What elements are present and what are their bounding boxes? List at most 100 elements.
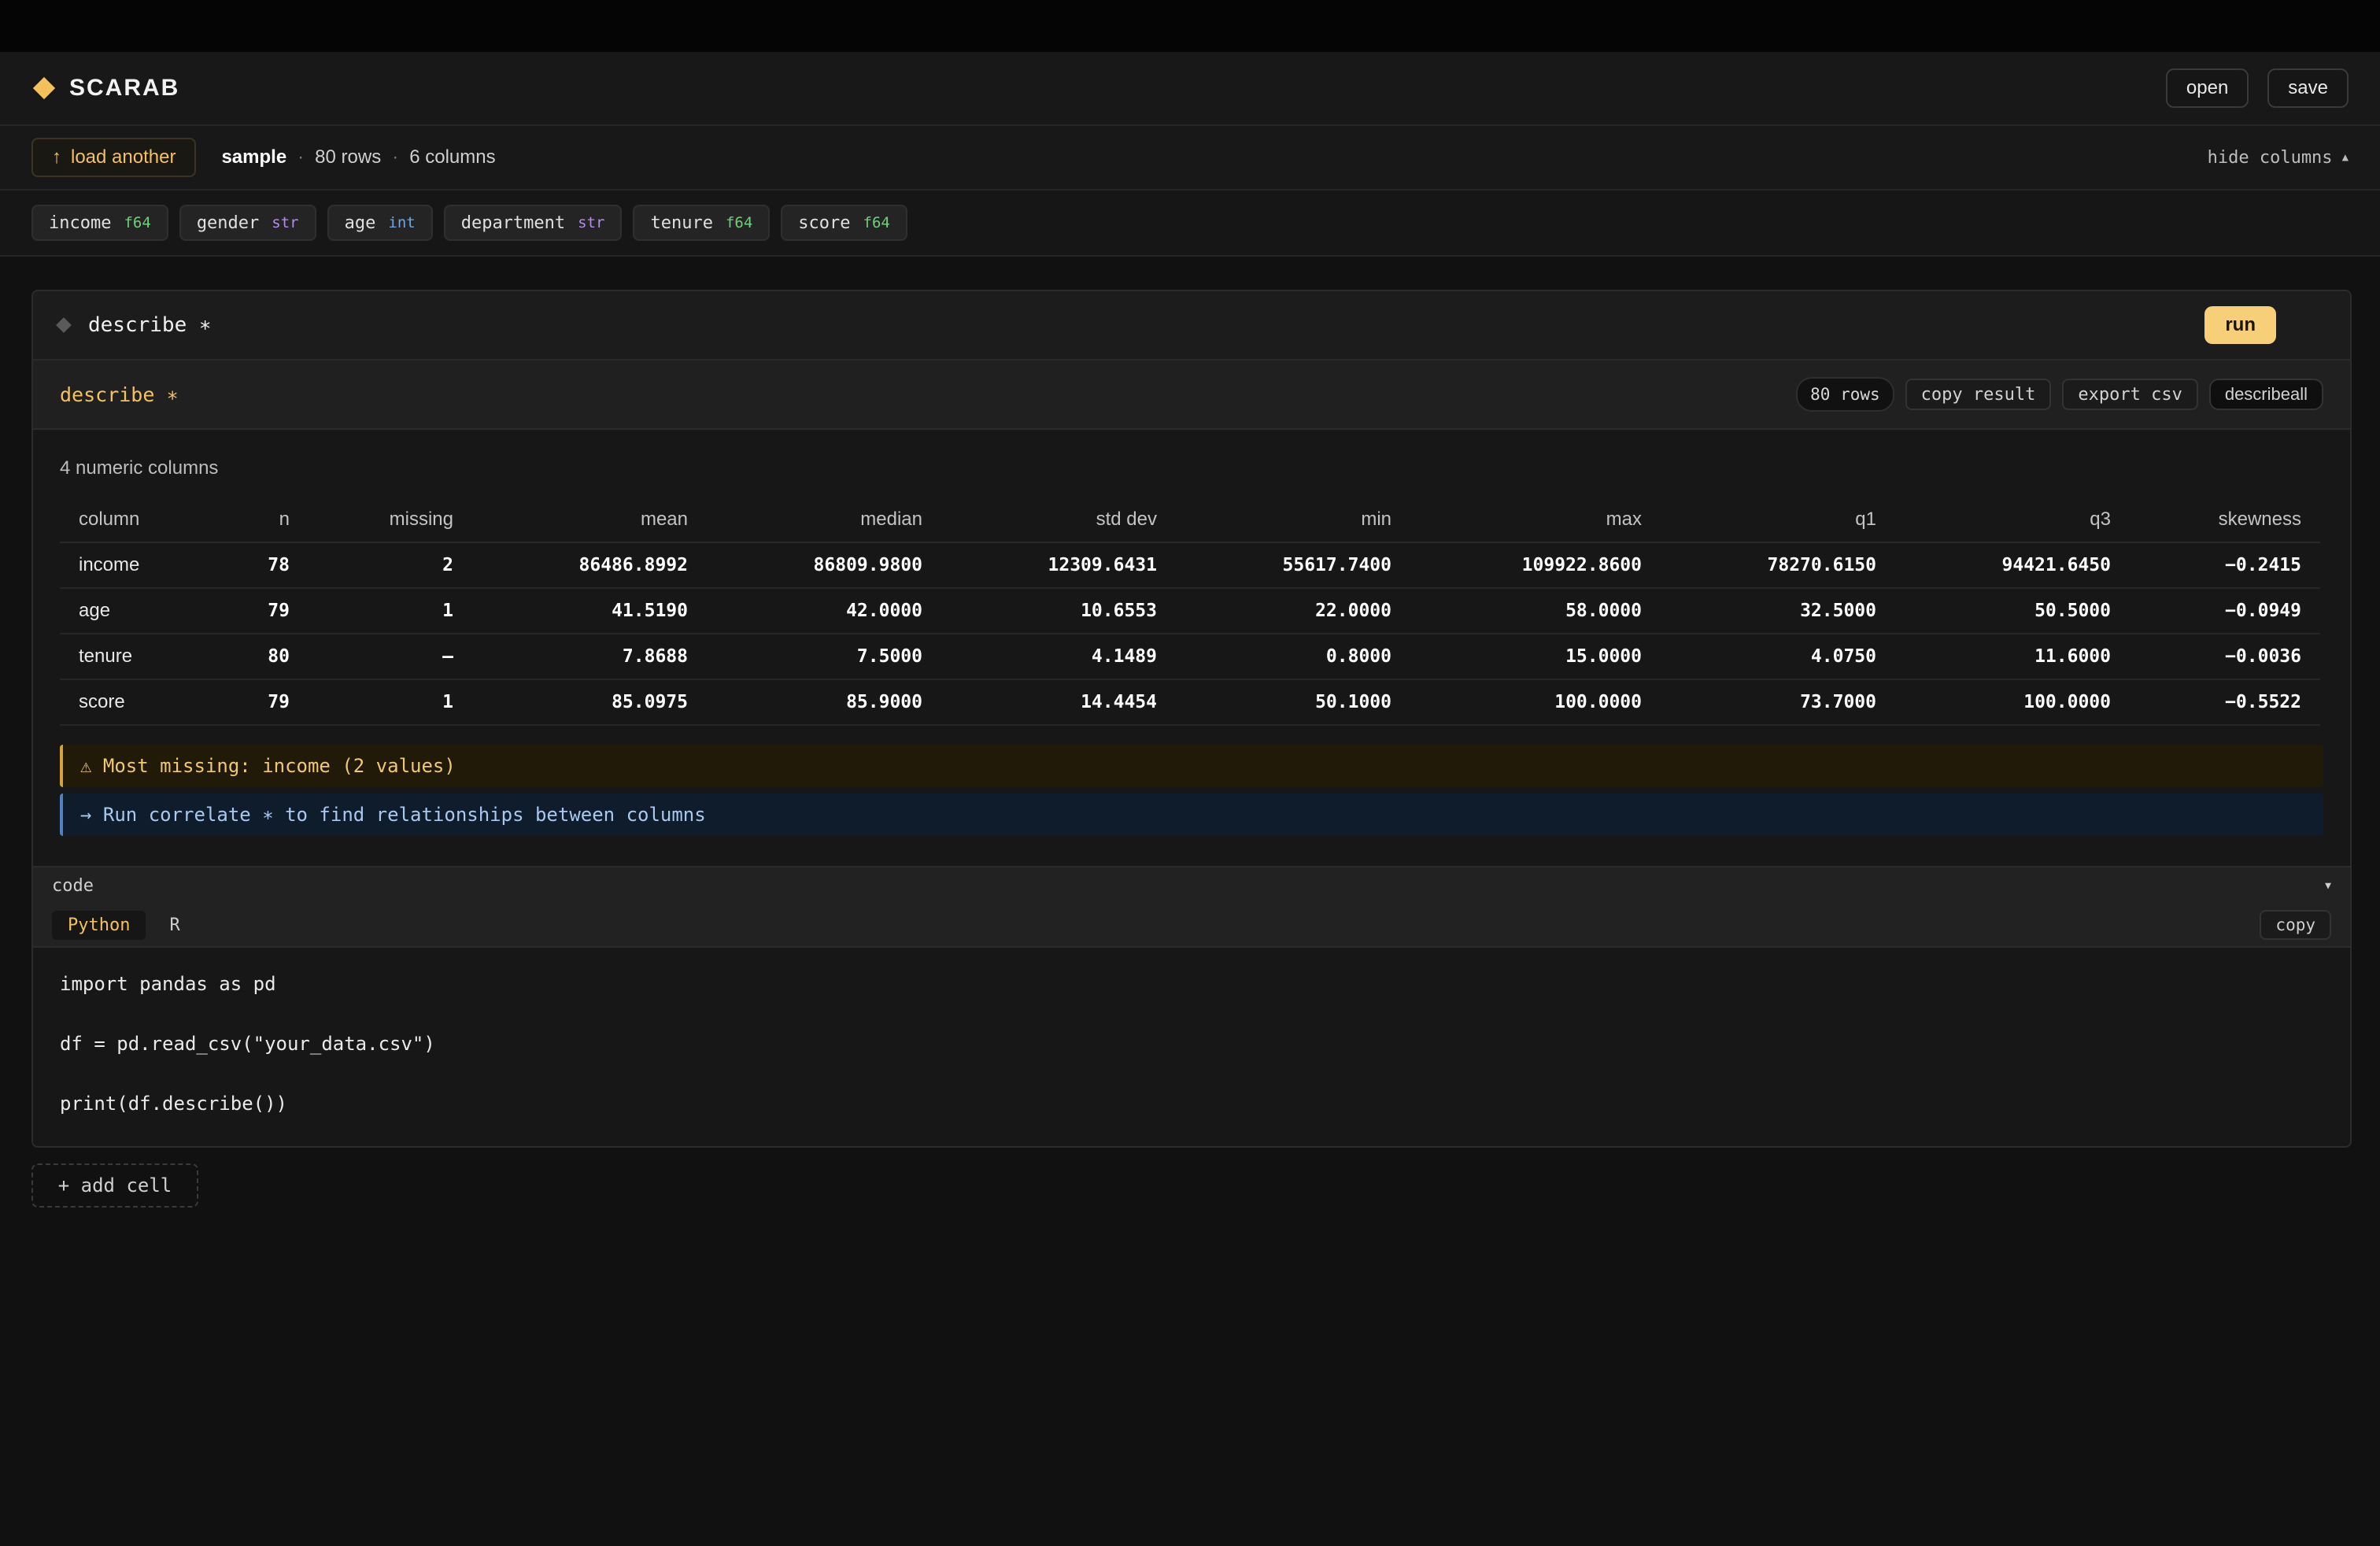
diamond-icon xyxy=(32,76,56,100)
column-chip-type: str xyxy=(578,214,605,231)
table-cell: 94421.6450 xyxy=(1895,542,2130,589)
language-tabs: Python R xyxy=(52,910,196,940)
column-chip-name: score xyxy=(798,213,851,233)
column-chips: income f64 gender str age int department… xyxy=(0,190,2380,257)
column-chip-age[interactable]: age int xyxy=(327,205,433,241)
table-cell: 7.5000 xyxy=(707,634,941,680)
table-cell: 4.1489 xyxy=(941,634,1176,680)
describeall-button[interactable]: describeall xyxy=(2208,379,2323,410)
column-chip-tenure[interactable]: tenure f64 xyxy=(633,205,771,241)
add-cell-button[interactable]: + add cell xyxy=(31,1163,198,1208)
column-chip-income[interactable]: income f64 xyxy=(31,205,168,241)
table-cell: 0.8000 xyxy=(1176,634,1410,680)
dataset-rows: 80 rows xyxy=(315,146,382,168)
column-header: q1 xyxy=(1661,497,1895,543)
hide-columns-toggle[interactable]: hide columns ▲ xyxy=(2208,148,2349,168)
table-cell: 11.6000 xyxy=(1895,634,2130,680)
notebook-cell: describe ∗ run describe ∗ 80 rows copy r… xyxy=(31,290,2352,1148)
copy-result-button[interactable]: copy result xyxy=(1905,379,2052,410)
save-button[interactable]: save xyxy=(2267,68,2349,108)
missing-values-warning: ⚠ Most missing: income (2 values) xyxy=(60,745,2323,787)
column-chip-type: int xyxy=(388,214,416,231)
summary-body: 4 numeric columns column n missing mean … xyxy=(33,449,2350,726)
table-cell: income xyxy=(60,542,216,589)
app-name: SCARAB xyxy=(69,75,180,101)
table-cell: 78270.6150 xyxy=(1661,542,1895,589)
table-cell: 1 xyxy=(309,588,472,634)
table-cell: 85.9000 xyxy=(707,679,941,726)
dataset-bar: ↑ load another sample · 80 rows · 6 colu… xyxy=(0,126,2380,190)
column-header: missing xyxy=(309,497,472,543)
column-chip-gender[interactable]: gender str xyxy=(179,205,316,241)
table-row: age 79 1 41.5190 42.0000 10.6553 22.0000… xyxy=(60,588,2320,634)
result-title: describe ∗ xyxy=(60,383,179,406)
export-csv-button[interactable]: export csv xyxy=(2062,379,2198,410)
column-chip-type: f64 xyxy=(725,214,753,231)
caret-down-icon: ▼ xyxy=(2325,879,2331,892)
table-cell: 32.5000 xyxy=(1661,588,1895,634)
load-another-label: load another xyxy=(71,146,176,168)
tab-r[interactable]: R xyxy=(153,911,195,940)
hide-columns-label: hide columns xyxy=(2207,147,2333,168)
table-row: tenure 80 — 7.8688 7.5000 4.1489 0.8000 … xyxy=(60,634,2320,680)
table-cell: 50.1000 xyxy=(1176,679,1410,726)
tab-python[interactable]: Python xyxy=(52,910,146,940)
dataset-bar-left: ↑ load another sample · 80 rows · 6 colu… xyxy=(31,138,496,177)
table-cell: −0.2415 xyxy=(2130,542,2320,589)
table-cell: 55617.7400 xyxy=(1176,542,1410,589)
table-cell: 78 xyxy=(216,542,309,589)
load-another-button[interactable]: ↑ load another xyxy=(31,138,197,177)
run-button[interactable]: run xyxy=(2204,306,2276,344)
column-chip-type: str xyxy=(272,214,299,231)
header-actions: open save xyxy=(2165,68,2349,108)
table-cell: 22.0000 xyxy=(1176,588,1410,634)
code-line: print(df.describe()) xyxy=(60,1093,287,1115)
result-header: describe ∗ 80 rows copy result export cs… xyxy=(33,361,2350,430)
column-header: column xyxy=(60,497,216,543)
table-cell: 1 xyxy=(309,679,472,726)
open-button[interactable]: open xyxy=(2165,68,2249,108)
cell-title-text: describe ∗ xyxy=(88,313,212,337)
table-row: income 78 2 86486.8992 86809.9800 12309.… xyxy=(60,542,2320,589)
table-cell: score xyxy=(60,679,216,726)
column-header: skewness xyxy=(2130,497,2320,543)
column-chip-name: department xyxy=(460,213,566,233)
table-header-row: column n missing mean median std dev min… xyxy=(60,497,2320,543)
column-chip-department[interactable]: department str xyxy=(443,205,623,241)
column-header: mean xyxy=(472,497,707,543)
table-cell: 58.0000 xyxy=(1410,588,1661,634)
table-cell: age xyxy=(60,588,216,634)
column-chip-score[interactable]: score f64 xyxy=(781,205,907,241)
table-cell: 14.4454 xyxy=(941,679,1176,726)
column-chip-name: tenure xyxy=(650,213,713,233)
table-cell: tenure xyxy=(60,634,216,680)
describe-table: column n missing mean median std dev min… xyxy=(60,497,2320,726)
table-row: score 79 1 85.0975 85.9000 14.4454 50.10… xyxy=(60,679,2320,726)
table-cell: −0.0949 xyxy=(2130,588,2320,634)
brand: SCARAB xyxy=(31,75,179,102)
language-bar: Python R copy xyxy=(33,904,2350,948)
column-header: n xyxy=(216,497,309,543)
table-cell: 41.5190 xyxy=(472,588,707,634)
dataset-info: sample · 80 rows · 6 columns xyxy=(221,146,495,168)
table-cell: −0.5522 xyxy=(2130,679,2320,726)
window-top-strip xyxy=(0,0,2380,52)
copy-code-button[interactable]: copy xyxy=(2260,910,2331,940)
table-cell: 100.0000 xyxy=(1895,679,2130,726)
column-header: std dev xyxy=(941,497,1176,543)
code-block[interactable]: import pandas as pd df = pd.read_csv("yo… xyxy=(33,948,2350,1145)
separator-dot: · xyxy=(298,146,305,168)
caret-up-icon: ▲ xyxy=(2341,151,2349,164)
table-cell: 85.0975 xyxy=(472,679,707,726)
table-cell: 79 xyxy=(216,588,309,634)
table-cell: 109922.8600 xyxy=(1410,542,1661,589)
table-cell: 80 xyxy=(216,634,309,680)
dataset-name: sample xyxy=(221,146,287,168)
result-actions: 80 rows copy result export csv describea… xyxy=(1796,377,2323,412)
rows-badge: 80 rows xyxy=(1796,377,1894,412)
column-chip-name: age xyxy=(344,213,376,233)
column-header: median xyxy=(707,497,941,543)
cell-header: describe ∗ run xyxy=(33,291,2350,361)
code-toggle[interactable]: code ▼ xyxy=(33,866,2350,904)
correlate-hint[interactable]: → Run correlate ∗ to find relationships … xyxy=(60,793,2323,836)
